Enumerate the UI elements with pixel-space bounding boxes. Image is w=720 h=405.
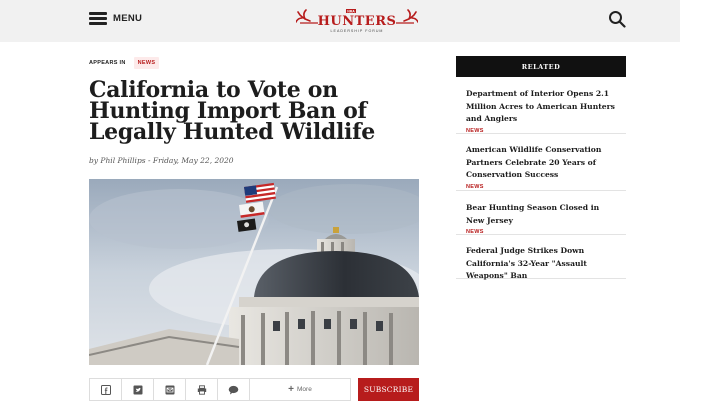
print-icon [197, 384, 206, 395]
site-header: MENU NRA HUNTERS LEADERSHIP FORUM [0, 0, 680, 42]
more-share-button[interactable]: + More [250, 379, 350, 400]
facebook-icon [100, 384, 111, 395]
page-edge [680, 0, 720, 405]
logo-prefix: NRA [347, 9, 355, 13]
related-item[interactable]: American Wildlife Conservation Partners … [456, 134, 626, 191]
related-item-tag[interactable]: NEWS [466, 128, 616, 134]
article-title: California to Vote on Hunting Import Ban… [89, 77, 375, 145]
share-bar: + More [89, 378, 351, 401]
related-item[interactable]: Federal Judge Strikes Down California's … [456, 235, 626, 280]
print-button[interactable] [186, 379, 218, 400]
menu-label: MENU [113, 13, 143, 24]
logo-wordmark: HUNTERS [318, 14, 397, 29]
related-item-title[interactable]: American Wildlife Conservation Partners … [466, 144, 616, 182]
hero-image [89, 179, 419, 365]
email-icon [165, 385, 174, 394]
facebook-share-button[interactable] [90, 379, 122, 400]
twitter-icon [133, 385, 142, 394]
related-item-tag[interactable]: NEWS [466, 184, 616, 190]
logo-tagline: LEADERSHIP FORUM [331, 29, 384, 33]
menu-button[interactable]: MENU [89, 12, 142, 25]
appears-in: APPEARS IN NEWS [89, 57, 160, 69]
plus-icon: + [288, 384, 295, 395]
email-share-button[interactable] [154, 379, 186, 400]
hamburger-icon [89, 12, 107, 25]
related-item-title[interactable]: Bear Hunting Season Closed in New Jersey [466, 202, 616, 227]
comment-icon [228, 385, 239, 394]
search-icon[interactable] [608, 10, 626, 28]
article-byline: by Phil Phillips - Friday, May 22, 2020 [89, 156, 234, 165]
related-heading: RELATED [456, 56, 626, 77]
site-logo[interactable]: NRA HUNTERS LEADERSHIP FORUM [296, 8, 418, 34]
more-label: More [297, 386, 312, 393]
related-item-title[interactable]: Department of Interior Opens 2.1 Million… [466, 88, 616, 126]
category-badge[interactable]: NEWS [133, 57, 160, 69]
appears-in-label: APPEARS IN [89, 60, 126, 66]
comment-button[interactable] [218, 379, 250, 400]
related-item[interactable]: Bear Hunting Season Closed in New Jersey… [456, 191, 626, 235]
twitter-share-button[interactable] [122, 379, 154, 400]
related-item[interactable]: Department of Interior Opens 2.1 Million… [456, 77, 626, 134]
related-item-title[interactable]: Federal Judge Strikes Down California's … [466, 245, 616, 283]
subscribe-button[interactable]: SUBSCRIBE [358, 378, 419, 401]
related-panel: RELATED Department of Interior Opens 2.1… [456, 56, 626, 280]
